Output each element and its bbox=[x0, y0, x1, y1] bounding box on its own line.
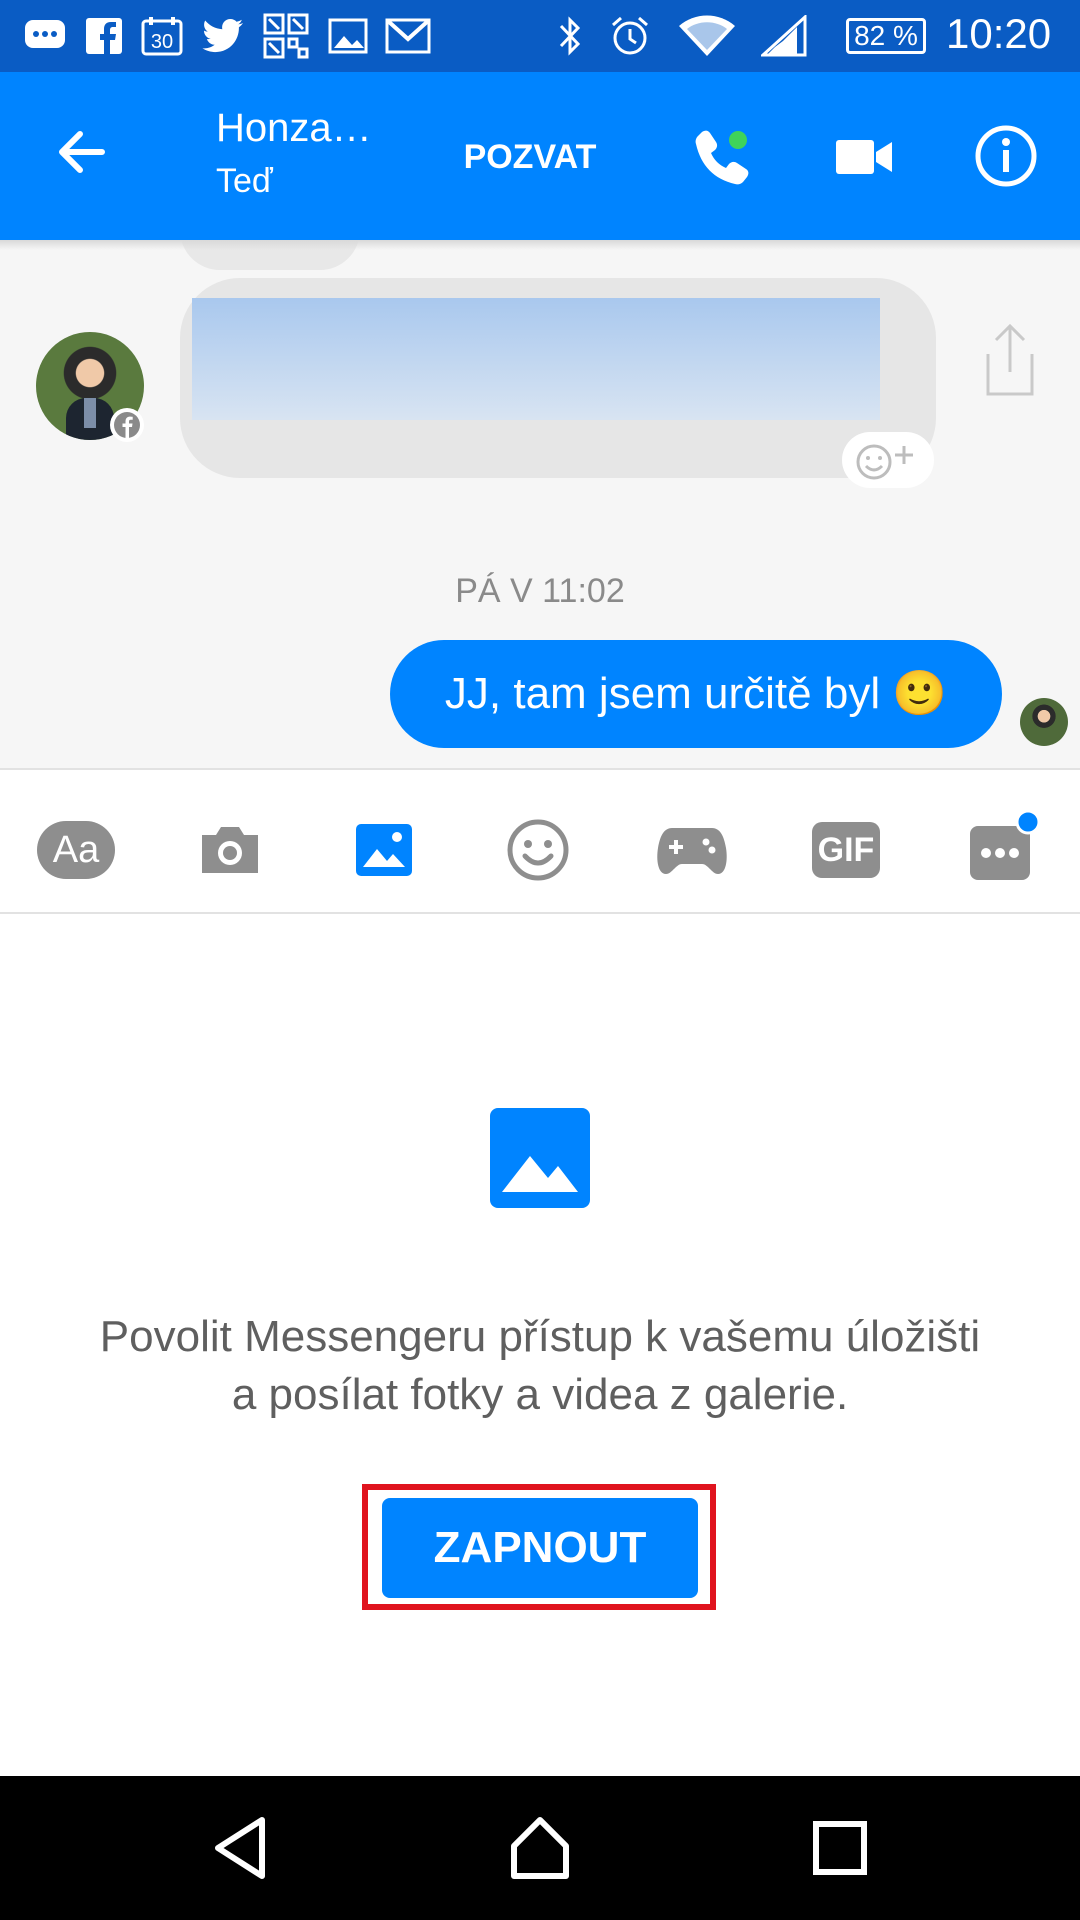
phone-call-icon[interactable] bbox=[690, 126, 754, 190]
gif-button[interactable]: GIF bbox=[806, 810, 886, 890]
text-input-button[interactable]: Aa bbox=[36, 810, 116, 890]
add-reaction-icon[interactable] bbox=[842, 432, 934, 488]
emoji-icon[interactable] bbox=[498, 810, 578, 890]
composer-toolbar: Aa GIF bbox=[0, 768, 1080, 914]
facebook-badge-icon bbox=[110, 408, 144, 442]
link-preview-image[interactable] bbox=[192, 298, 880, 420]
sent-message-bubble[interactable]: JJ, tam jsem určitě byl 🙂 bbox=[390, 640, 1002, 748]
alarm-icon bbox=[608, 14, 652, 58]
signal-icon bbox=[760, 14, 808, 58]
video-call-icon[interactable] bbox=[834, 132, 894, 182]
wifi-icon bbox=[676, 14, 738, 58]
gmail-icon bbox=[384, 14, 432, 58]
games-icon[interactable] bbox=[652, 810, 732, 890]
header-shadow bbox=[0, 240, 1080, 250]
gallery-icon bbox=[326, 14, 370, 58]
message-timestamp: PÁ V 11:02 bbox=[455, 572, 625, 610]
facebook-icon bbox=[84, 14, 124, 58]
gallery-tool-icon[interactable] bbox=[344, 810, 424, 890]
calendar-icon: 30 bbox=[140, 14, 184, 58]
navigation-bar bbox=[0, 1776, 1080, 1920]
bluetooth-icon bbox=[554, 14, 586, 58]
messages-icon bbox=[22, 14, 68, 58]
back-arrow-icon[interactable] bbox=[52, 122, 112, 182]
invite-button[interactable]: POZVAT bbox=[450, 132, 610, 182]
share-icon[interactable] bbox=[978, 322, 1042, 398]
home-nav-icon[interactable] bbox=[500, 1812, 580, 1884]
gallery-permission-panel: Povolit Messengeru přístup k vašemu úlož… bbox=[0, 914, 1080, 1776]
twitter-icon bbox=[200, 14, 246, 58]
more-options-icon[interactable] bbox=[960, 810, 1040, 890]
contact-name[interactable]: Honza… bbox=[216, 106, 372, 151]
text-tool-label: Aa bbox=[37, 821, 115, 879]
status-time: 10:20 bbox=[946, 10, 1052, 57]
calendar-day: 30 bbox=[151, 31, 173, 53]
recents-nav-icon[interactable] bbox=[800, 1812, 880, 1884]
contact-status: Teď bbox=[216, 162, 273, 200]
qr-icon bbox=[262, 13, 310, 59]
back-nav-icon[interactable] bbox=[200, 1812, 280, 1884]
seen-avatar bbox=[1020, 698, 1068, 746]
permission-message: Povolit Messengeru přístup k vašemu úlož… bbox=[99, 1312, 981, 1419]
info-icon[interactable] bbox=[974, 124, 1038, 188]
gif-label: GIF bbox=[812, 822, 880, 878]
gallery-large-icon bbox=[490, 1108, 590, 1208]
chat-header: Honza… Teď POZVAT bbox=[0, 72, 1080, 240]
status-bar: 30 82 % 10:20 bbox=[0, 0, 1080, 72]
link-preview-bubble[interactable] bbox=[180, 278, 936, 478]
enable-button[interactable]: ZAPNOUT bbox=[382, 1498, 698, 1598]
battery-percentage: 82 % bbox=[846, 18, 926, 54]
camera-icon[interactable] bbox=[190, 810, 270, 890]
